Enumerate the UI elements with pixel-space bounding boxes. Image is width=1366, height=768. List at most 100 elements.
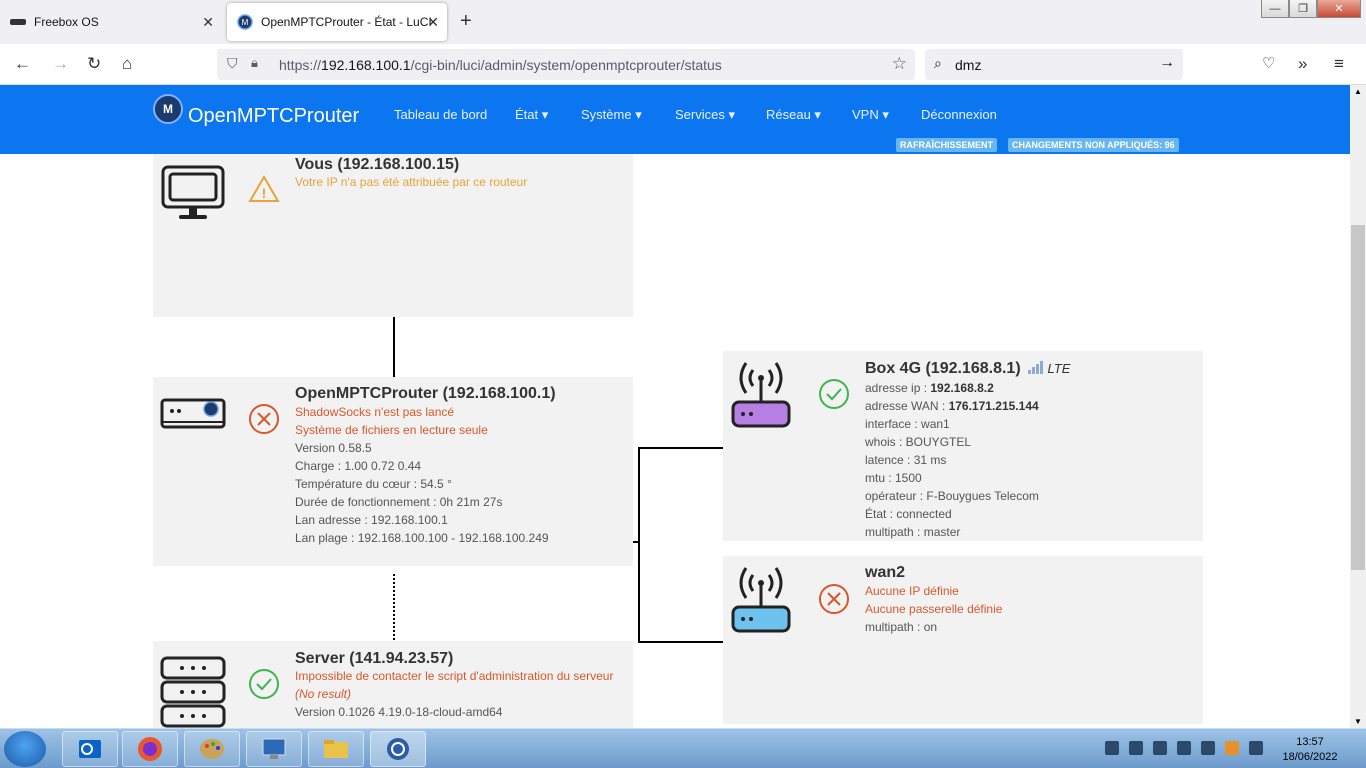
unapplied-changes-badge[interactable]: CHANGEMENTS NON APPLIQUÉS: 96 <box>1008 138 1179 152</box>
wan2-error-gateway: Aucune passerelle définie <box>865 602 1003 616</box>
sync-app-taskbar-icon[interactable] <box>370 731 426 767</box>
menu-reseau[interactable]: Réseau ▾ <box>766 107 821 123</box>
start-button-icon[interactable] <box>4 731 46 767</box>
tray-app-icon[interactable] <box>1177 741 1191 755</box>
error-circle-icon <box>249 404 279 434</box>
freebox-icon <box>10 14 26 30</box>
outlook-taskbar-icon[interactable] <box>62 731 118 767</box>
forward-icon[interactable]: → <box>52 54 69 74</box>
search-input[interactable]: dmz <box>955 57 981 73</box>
address-bar[interactable]: ⛉ 🔒︎ https://192.168.100.1/cgi-bin/luci/… <box>217 49 915 80</box>
maximize-icon[interactable]: ❐ <box>1289 0 1317 18</box>
close-window-icon[interactable]: ✕ <box>1317 0 1361 18</box>
bookmark-star-icon[interactable]: ☆ <box>892 54 907 74</box>
close-tab-icon[interactable]: ✕ <box>427 14 439 31</box>
router-lan-range: Lan plage : 192.168.100.100 - 192.168.10… <box>295 531 549 545</box>
router-uptime: Durée de fonctionnement : 0h 21m 27s <box>295 495 503 509</box>
router-error-shadowsocks: ShadowSocks n'est pas lancé <box>295 405 455 419</box>
router-load: Charge : 1.00 0.72 0.44 <box>295 459 422 473</box>
scroll-up-icon[interactable]: ▲ <box>1354 87 1362 96</box>
minimize-icon[interactable]: — <box>1261 0 1289 18</box>
refresh-badge[interactable]: RAFRAÎCHISSEMENT <box>896 138 998 152</box>
wan1-title: Box 4G (192.168.8.1) LTE <box>865 360 1071 377</box>
page-scrollbar[interactable]: ▲ ▼ <box>1350 85 1366 728</box>
tray-app-icon[interactable] <box>1129 741 1143 755</box>
shield-icon[interactable]: ⛉ <box>227 55 238 72</box>
close-tab-icon[interactable]: ✕ <box>202 14 214 31</box>
wan2-card: wan2 Aucune IP définie Aucune passerelle… <box>723 556 1203 724</box>
pocket-icon[interactable]: ♡ <box>1262 54 1275 72</box>
network-status-diagram: ! Vous (192.168.100.15) Votre IP n'a pas… <box>0 154 1350 728</box>
remote-desktop-taskbar-icon[interactable] <box>246 731 302 767</box>
connector-dotted-line <box>393 574 395 640</box>
back-icon[interactable]: ← <box>14 54 31 74</box>
browser-window: Freebox OS ✕ M OpenMPTCProuter - État - … <box>0 0 1366 768</box>
server-version: Version 0.1026 4.19.0-18-cloud-amd64 <box>295 705 503 719</box>
wan1-state: État : connected <box>865 507 952 521</box>
wan1-mtu: mtu : 1500 <box>865 471 922 485</box>
svg-text:M: M <box>242 18 249 27</box>
tray-network-icon[interactable] <box>1105 741 1119 755</box>
server-rack-icon <box>160 656 226 728</box>
wan1-latency: latence : 31 ms <box>865 453 947 467</box>
firefox-taskbar-icon[interactable] <box>122 731 178 767</box>
tray-volume-icon[interactable] <box>1201 741 1215 755</box>
search-bar[interactable]: ⌕ dmz → <box>925 49 1183 80</box>
tab-label: OpenMPTCProuter - État - LuCI <box>261 15 432 29</box>
extensions-overflow-icon[interactable]: » <box>1298 54 1307 74</box>
wan1-card: Box 4G (192.168.8.1) LTE adresse ip : 19… <box>723 351 1203 541</box>
router-device-icon <box>160 398 226 429</box>
tab-openmptcprouter[interactable]: M OpenMPTCProuter - État - LuCI ✕ <box>227 3 447 41</box>
wan2-multipath: multipath : on <box>865 620 938 634</box>
reload-icon[interactable]: ↻ <box>87 54 101 74</box>
menu-vpn[interactable]: VPN ▾ <box>852 107 889 123</box>
wan2-title: wan2 <box>865 564 906 581</box>
file-explorer-taskbar-icon[interactable] <box>308 731 364 767</box>
app-header: M OpenMPTCProuter Tableau de bord État ▾… <box>0 85 1350 154</box>
scroll-down-icon[interactable]: ▼ <box>1354 717 1362 726</box>
computer-monitor-icon <box>161 165 225 219</box>
server-error: Impossible de contacter le script d'admi… <box>295 669 614 683</box>
wan1-ip: adresse ip : 192.168.8.2 <box>865 381 994 395</box>
taskbar-clock[interactable]: 13:57 18/06/2022 <box>1280 735 1340 765</box>
tray-flag-icon[interactable] <box>1249 741 1263 755</box>
client-warning: Votre IP n'a pas été attribuée par ce ro… <box>295 175 528 189</box>
wifi-router-icon <box>731 362 791 428</box>
wan1-multipath: multipath : master <box>865 525 961 539</box>
tab-label: Freebox OS <box>34 15 99 29</box>
url-text: https://192.168.100.1/cgi-bin/luci/admin… <box>279 57 722 73</box>
menu-dashboard[interactable]: Tableau de bord <box>394 107 487 122</box>
client-title: Vous (192.168.100.15) <box>295 156 460 173</box>
router-version: Version 0.58.5 <box>295 441 372 455</box>
tab-strip: Freebox OS ✕ M OpenMPTCProuter - État - … <box>0 0 1366 44</box>
wan1-interface: interface : wan1 <box>865 417 950 431</box>
openmptcprouter-logo-icon[interactable]: M <box>153 94 183 124</box>
go-arrow-icon[interactable]: → <box>1159 54 1175 72</box>
menu-deconnexion[interactable]: Déconnexion <box>921 107 997 122</box>
tab-freebox[interactable]: Freebox OS ✕ <box>0 3 222 41</box>
router-lan-address: Lan adresse : 192.168.100.1 <box>295 513 448 527</box>
tray-app-icon[interactable] <box>1153 741 1167 755</box>
warning-icon: ! <box>248 175 280 202</box>
openmptcprouter-icon: M <box>237 14 253 30</box>
connector-line <box>638 641 723 643</box>
menu-systeme[interactable]: Système ▾ <box>581 107 642 123</box>
lock-icon[interactable]: 🔒︎ <box>251 55 258 71</box>
server-card: Server (141.94.23.57) Impossible de cont… <box>153 641 633 728</box>
hamburger-menu-icon[interactable]: ≡ <box>1334 54 1344 74</box>
signal-strength-icon <box>1028 361 1044 374</box>
router-card: OpenMPTCProuter (192.168.100.1) ShadowSo… <box>153 377 633 566</box>
wan1-public-ip: adresse WAN : 176.171.215.144 <box>865 399 1039 413</box>
menu-services[interactable]: Services ▾ <box>675 107 735 123</box>
scrollbar-thumb[interactable] <box>1351 225 1365 570</box>
paint-taskbar-icon[interactable] <box>184 731 240 767</box>
brand-name[interactable]: OpenMPTCProuter <box>188 105 359 128</box>
new-tab-icon[interactable]: + <box>460 10 472 33</box>
search-icon: ⌕ <box>934 55 942 71</box>
router-title: OpenMPTCProuter (192.168.100.1) <box>295 385 556 402</box>
tray-office-icon[interactable] <box>1225 741 1239 755</box>
client-card: ! Vous (192.168.100.15) Votre IP n'a pas… <box>153 154 633 317</box>
home-icon[interactable]: ⌂ <box>122 54 132 74</box>
server-no-result: (No result) <box>295 687 352 701</box>
menu-etat[interactable]: État ▾ <box>515 107 548 123</box>
